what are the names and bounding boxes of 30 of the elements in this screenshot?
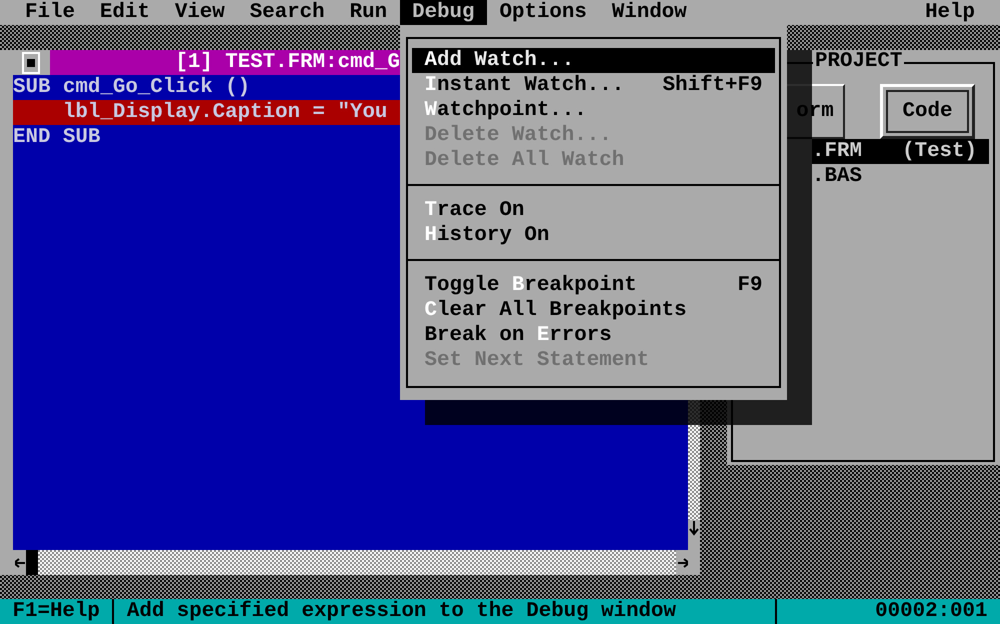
close-box-icon[interactable] [22, 52, 40, 74]
menu-item[interactable]: Options [487, 0, 600, 25]
menu-item[interactable]: Toggle Breakpoint F9 [412, 273, 775, 298]
code-line: END SUB [13, 125, 102, 150]
scroll-thumb[interactable] [26, 550, 38, 575]
menu-item[interactable]: Trace On [412, 198, 775, 223]
menu-item[interactable]: Search [237, 0, 338, 25]
menu-item[interactable]: Clear All Breakpoints [412, 298, 775, 323]
menu-item[interactable]: Instant Watch... Shift+F9 [412, 73, 775, 98]
menu-item[interactable]: Run [337, 0, 400, 25]
menu-item[interactable]: Break on Errors [412, 323, 775, 348]
down-arrow-icon[interactable] [689, 520, 699, 536]
file-list-item[interactable]: .BAS [812, 164, 989, 189]
menu-item[interactable]: Edit [87, 0, 162, 25]
cursor-position: 00002:001 [874, 599, 988, 624]
menu-item[interactable]: Window [599, 0, 700, 25]
menu-item[interactable]: Help [912, 0, 988, 25]
menu-item[interactable]: File [12, 0, 88, 25]
file-list-item[interactable]: .FRM (Test) [812, 139, 989, 164]
menu-item[interactable]: History On [412, 223, 775, 248]
code-line: SUB cmd_Go_Click () [13, 75, 252, 100]
menu-item[interactable]: View [162, 0, 238, 25]
help-hint: F1=Help [12, 599, 101, 624]
status-message: Add specified expression to the Debug window [126, 599, 678, 624]
menu-item[interactable]: Debug [400, 0, 488, 25]
window-title: [1] TEST.FRM:cmd_G [174, 50, 400, 75]
horizontal-scrollbar[interactable] [26, 550, 676, 575]
code-button[interactable]: Code [880, 84, 975, 139]
menu-item[interactable]: Watchpoint... [412, 98, 775, 123]
menu-item[interactable]: Add Watch... [412, 48, 775, 73]
